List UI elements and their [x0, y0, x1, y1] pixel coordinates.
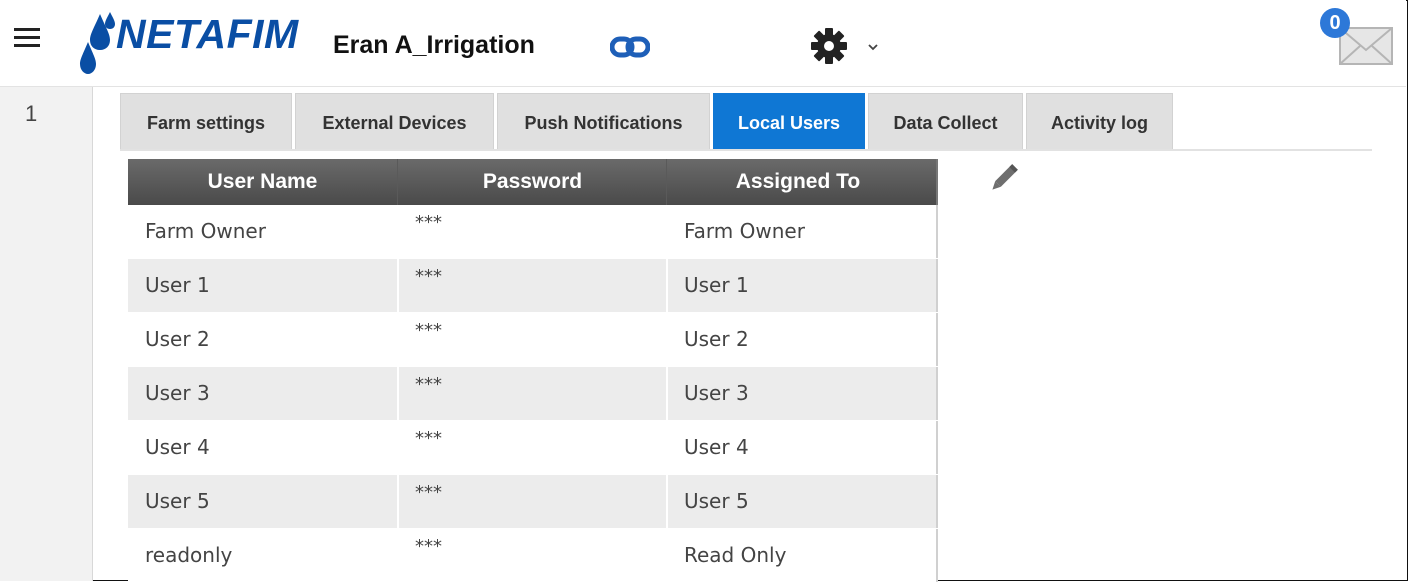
farm-name: Eran A_Irrigation — [333, 31, 535, 59]
table-row[interactable]: readonly *** Read Only — [128, 529, 938, 582]
cell-assigned-to: User 5 — [684, 489, 749, 513]
column-divider — [397, 475, 399, 528]
column-divider — [397, 259, 399, 312]
tab-farm-settings[interactable]: Farm settings — [120, 93, 292, 149]
cell-user-name: User 2 — [145, 327, 210, 351]
column-header-assigned-to[interactable]: Assigned To — [666, 159, 929, 205]
tab-data-collect[interactable]: Data Collect — [868, 93, 1023, 149]
cell-user-name: readonly — [145, 543, 233, 567]
column-divider — [666, 367, 668, 420]
table-row[interactable]: Farm Owner *** Farm Owner — [128, 205, 938, 258]
cell-user-name: User 3 — [145, 381, 210, 405]
column-divider — [397, 313, 399, 366]
edit-pencil-icon[interactable] — [984, 160, 1022, 198]
cell-password: *** — [415, 320, 442, 341]
column-divider — [666, 205, 668, 258]
column-header-password[interactable]: Password — [397, 159, 667, 205]
tab-external-devices[interactable]: External Devices — [295, 93, 494, 149]
cell-assigned-to: User 4 — [684, 435, 749, 459]
column-divider — [666, 421, 668, 474]
cell-password: *** — [415, 266, 442, 287]
gear-icon[interactable] — [810, 27, 848, 65]
cell-user-name: User 4 — [145, 435, 210, 459]
cell-password: *** — [415, 482, 442, 503]
menu-icon[interactable] — [14, 28, 40, 48]
cell-user-name: User 1 — [145, 273, 210, 297]
column-header-user-name[interactable]: User Name — [128, 159, 397, 205]
link-icon[interactable] — [610, 34, 650, 60]
tabs-underline — [120, 149, 1372, 151]
column-divider — [666, 529, 668, 582]
column-divider — [666, 313, 668, 366]
column-divider — [666, 475, 668, 528]
left-gutter — [0, 87, 93, 581]
cell-assigned-to: Farm Owner — [684, 219, 805, 243]
column-divider — [397, 205, 399, 258]
notification-count-badge[interactable]: 0 — [1320, 8, 1350, 38]
tab-push-notifications[interactable]: Push Notifications — [497, 93, 710, 149]
cell-user-name: User 5 — [145, 489, 210, 513]
cell-assigned-to: User 1 — [684, 273, 749, 297]
cell-user-name: Farm Owner — [145, 219, 266, 243]
column-divider — [397, 421, 399, 474]
table-row[interactable]: User 2 *** User 2 — [128, 313, 938, 366]
cell-assigned-to: User 2 — [684, 327, 749, 351]
table-row[interactable]: User 3 *** User 3 — [128, 367, 938, 420]
table-header: User Name Password Assigned To — [128, 159, 938, 205]
chevron-down-icon[interactable] — [866, 40, 880, 54]
row-number: 1 — [25, 101, 38, 126]
tab-activity-log[interactable]: Activity log — [1026, 93, 1173, 149]
cell-password: *** — [415, 536, 442, 557]
cell-password: *** — [415, 212, 442, 233]
top-header: NETAFIM Eran A_Irrigation 0 — [0, 0, 1406, 87]
table-row[interactable]: User 5 *** User 5 — [128, 475, 938, 528]
brand-name: NETAFIM — [116, 11, 299, 57]
table-row[interactable]: User 1 *** User 1 — [128, 259, 938, 312]
cell-assigned-to: User 3 — [684, 381, 749, 405]
column-divider — [397, 529, 399, 582]
cell-assigned-to: Read Only — [684, 543, 787, 567]
cell-password: *** — [415, 374, 442, 395]
column-divider — [397, 367, 399, 420]
column-divider — [666, 259, 668, 312]
cell-password: *** — [415, 428, 442, 449]
table-row[interactable]: User 4 *** User 4 — [128, 421, 938, 474]
tab-local-users[interactable]: Local Users — [713, 93, 865, 149]
